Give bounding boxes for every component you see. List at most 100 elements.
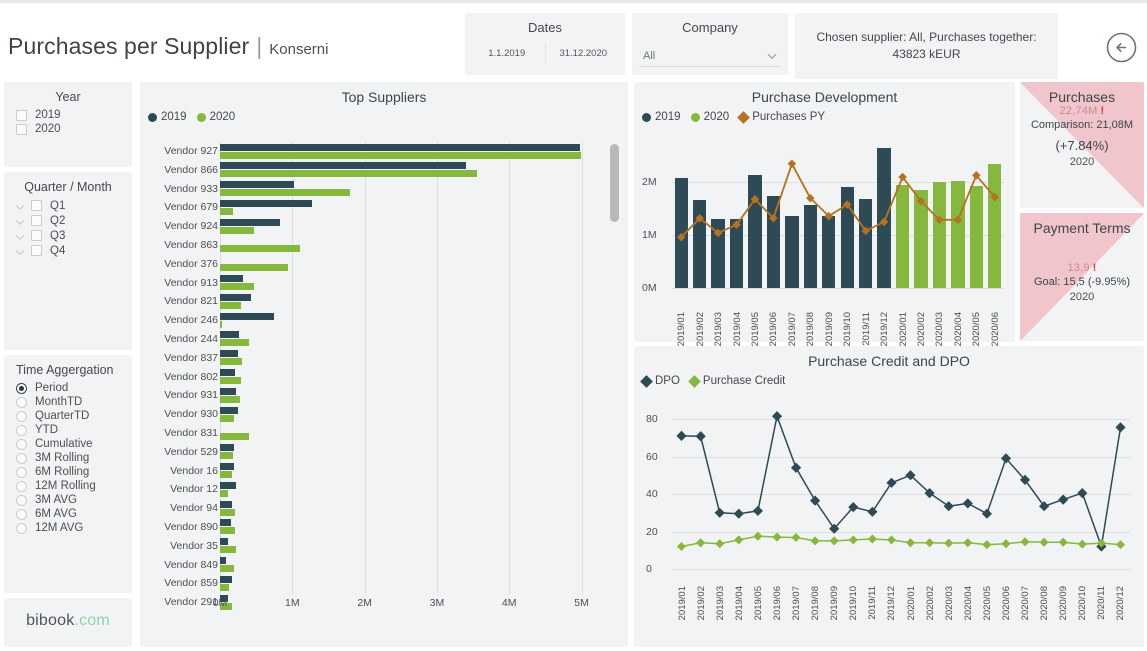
data-point-marker[interactable] [906,538,915,547]
bar-2019[interactable] [220,576,232,583]
supplier-bar-row[interactable]: Vendor 802 [148,368,596,387]
supplier-bar-row[interactable]: Vendor 376 [148,255,596,274]
supplier-bar-row[interactable]: Vendor 821 [148,292,596,311]
bar-2019[interactable] [220,557,226,564]
checkbox-icon[interactable] [31,245,42,256]
data-point-marker[interactable] [982,509,992,519]
bar-2019[interactable] [220,388,236,395]
year-filter-item-2020[interactable]: 2020 [4,122,132,136]
data-point-marker[interactable] [944,501,954,511]
supplier-bar-row[interactable]: Vendor 859 [148,574,596,593]
bar-2020[interactable] [220,584,229,591]
supplier-bar-row[interactable]: Vendor 866 [148,161,596,180]
data-point-marker[interactable] [1078,540,1087,549]
bar-2020[interactable] [220,396,240,403]
supplier-bar-row[interactable]: Vendor 16 [148,462,596,481]
data-point-marker[interactable] [1001,539,1010,548]
data-point-marker[interactable] [867,507,877,517]
supplier-bar-row[interactable]: Vendor 529 [148,443,596,462]
top-suppliers-scrollbar-thumb[interactable] [610,144,619,222]
time-aggregation-item-3m-avg[interactable]: 3M AVG [4,493,132,507]
bar-2020[interactable] [220,264,288,271]
data-point-marker[interactable] [677,542,686,551]
radio-button-icon[interactable] [16,411,27,422]
bar-2020[interactable] [220,321,222,328]
bar-2020[interactable] [220,471,232,478]
purchases-kpi-card[interactable]: Purchases 22,74M! Comparison: 21,08M (+7… [1020,82,1144,208]
bar-2020[interactable] [220,490,228,497]
chevron-down-icon[interactable] [14,215,26,227]
year-filter-item-2019[interactable]: 2019 [4,108,132,122]
payment-terms-kpi-card[interactable]: Payment Terms 13,9! Goal: 15,5 (-9.95%) … [1020,213,1144,341]
data-point-marker[interactable] [849,535,858,544]
supplier-bar-row[interactable]: Vendor 924 [148,217,596,236]
time-aggregation-item-6m-rolling[interactable]: 6M Rolling [4,465,132,479]
data-point-marker[interactable] [772,533,781,542]
date-to-input[interactable]: 31.12.2020 [546,43,622,64]
supplier-bar-row[interactable]: Vendor 679 [148,198,596,217]
bar-2020[interactable] [220,565,234,572]
data-point-marker[interactable] [944,539,953,548]
legend-item-2020[interactable]: 2020 [691,111,730,123]
bar-2019[interactable] [220,200,312,207]
data-point-marker[interactable] [963,538,972,547]
data-point-marker[interactable] [887,535,896,544]
legend-item-purchases-py[interactable]: Purchases PY [739,111,825,123]
supplier-bar-row[interactable]: Vendor 890 [148,518,596,537]
supplier-bar-row[interactable]: Vendor 913 [148,274,596,293]
data-point-marker[interactable] [880,218,888,226]
bar-2019[interactable] [220,369,235,376]
time-aggregation-item-3m-rolling[interactable]: 3M Rolling [4,451,132,465]
data-point-marker[interactable] [868,534,877,543]
bar-2019[interactable] [220,162,466,169]
bar-2019[interactable] [220,501,232,508]
bar-2019[interactable] [220,331,239,338]
data-point-marker[interactable] [715,508,725,518]
bar-2020[interactable] [220,358,242,365]
bar-2019[interactable] [220,144,580,151]
data-point-marker[interactable] [753,532,762,541]
supplier-bar-row[interactable]: Vendor 12 [148,480,596,499]
data-point-marker[interactable] [811,536,820,545]
legend-item-dpo[interactable]: DPO [642,375,680,387]
time-aggregation-item-quartertd[interactable]: QuarterTD [4,409,132,423]
radio-button-icon[interactable] [16,495,27,506]
bar-2020[interactable] [220,452,233,459]
bar-2019[interactable] [220,463,234,470]
time-aggregation-item-12m-rolling[interactable]: 12M Rolling [4,479,132,493]
supplier-bar-row[interactable]: Vendor 837 [148,349,596,368]
bar-2020[interactable] [220,302,241,309]
data-point-marker[interactable] [1058,495,1068,505]
company-dropdown[interactable]: All [639,45,781,67]
data-point-marker[interactable] [1115,422,1125,432]
radio-button-icon[interactable] [16,439,27,450]
bar-2020[interactable] [220,170,477,177]
time-aggregation-item-monthtd[interactable]: MonthTD [4,395,132,409]
data-point-marker[interactable] [830,536,839,545]
supplier-bar-row[interactable]: Vendor 930 [148,405,596,424]
bar-2020[interactable] [220,377,241,384]
quarter-filter-item-Q3[interactable]: Q3 [4,228,132,243]
bar-2020[interactable] [220,152,581,159]
supplier-bar-row[interactable]: Vendor 244 [148,330,596,349]
bar-2020[interactable] [220,283,254,290]
bar-2019[interactable] [220,444,234,451]
date-from-input[interactable]: 1.1.2019 [469,43,546,64]
dates-filter-card[interactable]: Dates 1.1.2019 31.12.2020 [465,13,625,75]
bar-2019[interactable] [220,275,243,282]
supplier-bar-row[interactable]: Vendor 246 [148,311,596,330]
bar-2019[interactable] [220,482,236,489]
chevron-down-icon[interactable] [14,200,26,212]
bar-2020[interactable] [220,415,234,422]
data-point-marker[interactable] [788,160,796,168]
data-point-marker[interactable] [1020,537,1029,546]
data-point-marker[interactable] [696,431,706,441]
bar-2020[interactable] [220,227,254,234]
data-point-marker[interactable] [715,539,724,548]
time-aggregation-item-12m-avg[interactable]: 12M AVG [4,521,132,535]
checkbox-icon[interactable] [31,200,42,211]
quarter-filter-item-Q4[interactable]: Q4 [4,243,132,258]
bar-2019[interactable] [220,294,251,301]
data-point-marker[interactable] [772,411,782,421]
data-point-marker[interactable] [1039,501,1049,511]
